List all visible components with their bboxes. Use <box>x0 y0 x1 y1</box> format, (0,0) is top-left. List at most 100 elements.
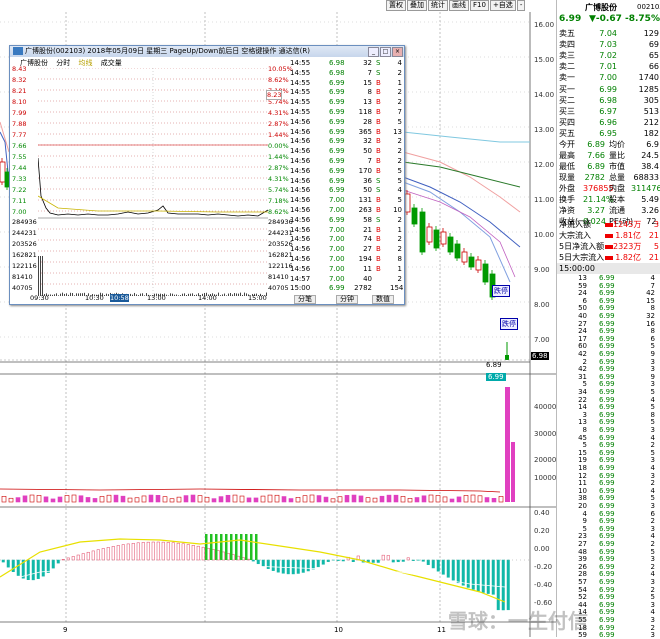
ask-volume: 66 <box>621 61 659 72</box>
tick-price: 6.99 <box>329 147 345 156</box>
candle-body <box>505 355 509 360</box>
bid-volume: 305 <box>621 95 659 106</box>
volume-bar <box>198 496 202 502</box>
macd-bar <box>482 560 485 592</box>
volume-bar <box>345 495 349 502</box>
intraday-chart[interactable] <box>38 68 268 296</box>
bid-row: 买三6.97513 <box>557 106 660 117</box>
volume-bar <box>178 295 179 296</box>
price-tag: 6.99 <box>486 373 506 381</box>
tick-volume: 50 <box>352 147 372 156</box>
volume-bar <box>38 256 39 296</box>
stat-label-2: 流通 <box>609 205 625 216</box>
maximize-icon[interactable]: □ <box>380 47 391 57</box>
macd-bar <box>255 534 258 560</box>
tick-volume: 118 <box>352 108 372 117</box>
macd-bar <box>202 547 205 560</box>
tick-price: 7.00 <box>329 206 345 215</box>
macd-bar <box>12 560 15 572</box>
tick-direction: B <box>376 118 381 127</box>
macd-bar <box>307 560 310 571</box>
tick-direction: S <box>376 186 380 195</box>
popup-axis-label: 2.87% <box>268 164 289 172</box>
volume-bar <box>135 498 139 502</box>
popup-axis-label: 1.44% <box>268 153 289 161</box>
volume-bar <box>180 295 181 296</box>
toolbar-add-watch-button[interactable]: +自选 <box>490 0 516 11</box>
macd-bar <box>462 560 465 585</box>
popup-axis-label: 8.62% <box>268 76 289 84</box>
tick-count: 5 <box>390 196 402 205</box>
volume-bar <box>296 497 300 502</box>
macd-bar <box>192 545 195 560</box>
tick-price: 6.99 <box>329 284 345 293</box>
tick-row: 14:566.9928B5 <box>290 118 404 127</box>
tick-volume: 58 <box>352 216 372 225</box>
volume-bar <box>176 295 177 296</box>
toolbar-remove-button[interactable]: - <box>517 0 526 11</box>
ask-label: 卖二 <box>559 61 575 72</box>
toolbar-draw-button[interactable]: 画线 <box>449 0 469 11</box>
volume-bar <box>394 495 398 502</box>
macd-bar <box>407 558 410 560</box>
ticks-button[interactable]: 分笔 <box>294 295 316 304</box>
volume-bar <box>234 293 235 296</box>
flow-extra: 3 <box>645 219 659 230</box>
tick-count: 4 <box>390 186 402 195</box>
volume-bar <box>303 496 307 502</box>
tick-price: 7.00 <box>329 245 345 254</box>
minutes-button[interactable]: 分钟 <box>336 295 358 304</box>
tick-list[interactable]: 14:556.9832S414:556.987S214:556.9915B114… <box>290 57 404 295</box>
volume-bar <box>79 496 83 502</box>
popup-titlebar[interactable]: 广博股份(002103) 2018年05月09日 星期三 PageUp/Down… <box>10 46 404 57</box>
popup-current-price: 8.23 <box>266 90 282 100</box>
macd-bar <box>52 560 55 568</box>
toolbar-overlay-button[interactable]: 叠加 <box>407 0 427 11</box>
stat-label-2: 量比 <box>609 150 625 161</box>
volume-bar <box>289 499 293 502</box>
minimize-icon[interactable]: _ <box>368 47 379 57</box>
volume-bar <box>142 293 143 296</box>
tick-count: 8 <box>390 255 402 264</box>
close-icon[interactable]: × <box>392 47 403 57</box>
volume-bar <box>100 496 104 502</box>
volume-bar <box>163 497 167 502</box>
stat-label: 最高 <box>559 150 575 161</box>
trade-price: 6.99 <box>599 631 615 639</box>
volume-bar <box>232 294 233 296</box>
flow-bar-icon <box>605 245 613 249</box>
intraday-popup-window[interactable]: 广博股份(002103) 2018年05月09日 星期三 PageUp/Down… <box>9 45 405 305</box>
volume-bar <box>261 496 265 502</box>
popup-axis-label: 8.43 <box>12 65 26 73</box>
macd-bar <box>225 534 228 560</box>
tick-time: 14:56 <box>290 128 310 137</box>
volume-bar <box>408 498 412 502</box>
toolbar-stats-button[interactable]: 统计 <box>428 0 448 11</box>
tick-price: 6.98 <box>329 69 345 78</box>
candle-body <box>427 227 432 242</box>
axis-label: 0.40 <box>534 509 550 517</box>
toolbar-f10-button[interactable]: F10 <box>470 0 489 11</box>
axis-label: 15.00 <box>534 56 554 64</box>
candle-body <box>434 230 439 248</box>
date-tick: 9 <box>63 626 67 634</box>
last-price: 6.99 <box>559 14 581 25</box>
macd-bar <box>287 560 290 574</box>
volume-bar <box>457 497 461 502</box>
volume-bar <box>108 294 109 296</box>
popup-axis-label: 284936 <box>12 218 37 226</box>
values-button[interactable]: 数值 <box>372 295 394 304</box>
macd-bar <box>377 560 380 562</box>
popup-time-label: 10:30 <box>85 294 104 302</box>
tick-time: 14:55 <box>290 108 310 117</box>
flow-value: 1.81亿 <box>613 230 641 241</box>
tick-count: 2 <box>390 157 402 166</box>
tick-direction: B <box>376 137 381 146</box>
macd-bar <box>472 560 475 589</box>
tick-time: 14:55 <box>290 88 310 97</box>
stat-label-2: 均价 <box>609 139 625 150</box>
stat-value: 376855 <box>583 183 605 194</box>
volume-bar <box>230 293 231 296</box>
toolbar-restore-button[interactable]: 置权 <box>386 0 406 11</box>
candle-body <box>455 244 460 258</box>
